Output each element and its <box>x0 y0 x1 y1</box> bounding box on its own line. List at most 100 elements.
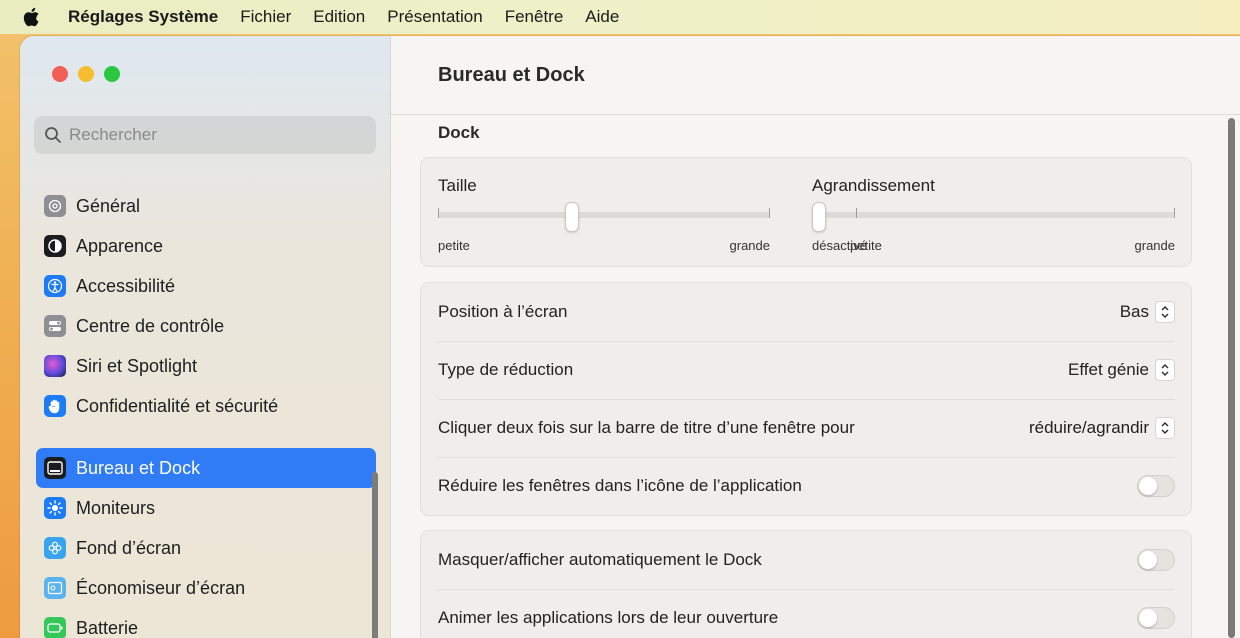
sidebar-item-fond-ecran[interactable]: Fond d’écran <box>36 528 376 568</box>
menu-fichier[interactable]: Fichier <box>240 7 291 27</box>
size-slider-label: Taille <box>438 176 477 195</box>
row-double-click: Cliquer deux fois sur la barre de titre … <box>438 399 1175 458</box>
minimize-button[interactable] <box>78 66 94 82</box>
toggle-knob <box>1139 477 1157 495</box>
size-slider-min-label: petite <box>438 238 470 253</box>
menu-bar: Réglages Système Fichier Edition Présent… <box>0 0 1240 34</box>
sun-icon <box>44 497 66 519</box>
main-pane: Bureau et Dock Dock Taille petite grande… <box>391 36 1240 638</box>
magnification-min-label: petite <box>850 238 882 253</box>
sidebar-item-label: Fond d’écran <box>76 537 182 558</box>
row-animate-apps: Animer les applications lors de leur ouv… <box>438 589 1175 638</box>
magnification-slider-track[interactable] <box>812 212 1175 218</box>
sidebar: Général Apparence Accessibilité Centre d… <box>20 36 391 638</box>
size-slider[interactable]: Taille petite grande <box>438 176 770 253</box>
search-icon <box>45 127 61 143</box>
sidebar-item-accessibilite[interactable]: Accessibilité <box>36 266 376 306</box>
popup-value: Effet génie <box>1068 360 1149 379</box>
double-click-popup[interactable]: réduire/agrandir <box>1029 417 1175 439</box>
row-label: Cliquer deux fois sur la barre de titre … <box>438 418 855 437</box>
sidebar-item-apparence[interactable]: Apparence <box>36 226 376 266</box>
page-title: Bureau et Dock <box>438 64 585 86</box>
menu-presentation[interactable]: Présentation <box>387 7 482 27</box>
privacy-hand-icon <box>44 395 66 417</box>
menu-aide[interactable]: Aide <box>585 7 619 27</box>
search-field[interactable] <box>34 116 376 154</box>
sidebar-item-label: Confidentialité et sécurité <box>76 395 279 416</box>
sidebar-item-centre-de-controle[interactable]: Centre de contrôle <box>36 306 376 346</box>
magnification-max-label: grande <box>1134 238 1175 253</box>
dock-options-card: Position à l’écran Bas Type de réduction… <box>420 282 1192 516</box>
row-minimize-into-icon: Réduire les fenêtres dans l’icône de l’a… <box>438 457 1175 515</box>
dock-sliders-card: Taille petite grande Agrandissement désa… <box>420 157 1192 267</box>
autohide-toggle[interactable] <box>1137 549 1175 571</box>
sidebar-item-general[interactable]: Général <box>36 186 376 226</box>
close-button[interactable] <box>52 66 68 82</box>
slider-tick <box>769 208 770 218</box>
sidebar-item-siri-spotlight[interactable]: Siri et Spotlight <box>36 346 376 386</box>
siri-icon <box>44 355 66 377</box>
sidebar-item-label: Accessibilité <box>76 275 176 296</box>
size-slider-track[interactable] <box>438 212 770 218</box>
chevron-updown-icon <box>1155 359 1175 381</box>
sidebar-item-label: Batterie <box>76 617 139 638</box>
row-position: Position à l’écran Bas <box>438 283 1175 342</box>
row-label: Réduire les fenêtres dans l’icône de l’a… <box>438 476 802 495</box>
row-label: Position à l’écran <box>438 302 568 321</box>
sidebar-item-economiseur[interactable]: Économiseur d’écran <box>36 568 376 608</box>
dock-behavior-card: Masquer/afficher automatiquement le Dock… <box>420 530 1192 638</box>
appearance-icon <box>44 235 66 257</box>
menu-app-name[interactable]: Réglages Système <box>68 7 218 27</box>
slider-tick <box>856 208 857 218</box>
sidebar-item-label: Apparence <box>76 235 164 256</box>
chevron-updown-icon <box>1155 417 1175 439</box>
apple-logo-icon[interactable] <box>22 6 44 28</box>
position-popup[interactable]: Bas <box>1120 301 1175 323</box>
zoom-button[interactable] <box>104 66 120 82</box>
minimize-effect-popup[interactable]: Effet génie <box>1068 359 1175 381</box>
magnification-slider[interactable]: Agrandissement désactivé petite grande <box>812 176 1175 253</box>
animate-apps-toggle[interactable] <box>1137 607 1175 629</box>
sidebar-item-label: Bureau et Dock <box>76 457 201 478</box>
toggle-knob <box>1139 551 1157 569</box>
search-input[interactable] <box>69 125 349 145</box>
desktop-dock-icon <box>44 457 66 479</box>
chevron-updown-icon <box>1155 301 1175 323</box>
sidebar-item-label: Siri et Spotlight <box>76 355 198 376</box>
sidebar-item-moniteurs[interactable]: Moniteurs <box>36 488 376 528</box>
accessibility-icon <box>44 275 66 297</box>
sidebar-scrollbar[interactable] <box>372 472 378 638</box>
toggle-knob <box>1139 609 1157 627</box>
screensaver-icon <box>44 577 66 599</box>
row-label: Masquer/afficher automatiquement le Dock <box>438 550 762 569</box>
slider-tick <box>1174 208 1175 218</box>
settings-window: Général Apparence Accessibilité Centre d… <box>20 36 1240 638</box>
row-label: Animer les applications lors de leur ouv… <box>438 608 779 627</box>
sidebar-item-batterie[interactable]: Batterie <box>36 608 376 638</box>
sidebar-list: Général Apparence Accessibilité Centre d… <box>36 186 376 638</box>
sidebar-item-confidentialite[interactable]: Confidentialité et sécurité <box>36 386 376 426</box>
wallpaper-flower-icon <box>44 537 66 559</box>
battery-icon <box>44 617 66 638</box>
sidebar-item-bureau-dock[interactable]: Bureau et Dock <box>36 448 376 488</box>
popup-value: Bas <box>1119 302 1149 321</box>
sidebar-item-label: Économiseur d’écran <box>76 577 246 598</box>
menu-edition[interactable]: Edition <box>313 7 365 27</box>
menu-fenetre[interactable]: Fenêtre <box>505 7 564 27</box>
main-scrollbar[interactable] <box>1228 118 1235 638</box>
size-slider-knob[interactable] <box>564 202 579 232</box>
popup-value: réduire/agrandir <box>1028 418 1149 437</box>
control-center-icon <box>44 315 66 337</box>
gear-icon <box>44 195 66 217</box>
sidebar-item-label: Général <box>76 195 141 216</box>
slider-tick <box>438 208 439 218</box>
minimize-into-icon-toggle[interactable] <box>1137 475 1175 497</box>
window-controls <box>52 66 120 82</box>
row-autohide: Masquer/afficher automatiquement le Dock <box>438 531 1175 590</box>
row-label: Type de réduction <box>438 360 574 379</box>
main-header: Bureau et Dock <box>391 36 1240 115</box>
row-minimize-effect: Type de réduction Effet génie <box>438 341 1175 400</box>
magnification-slider-label: Agrandissement <box>812 176 935 195</box>
magnification-slider-knob[interactable] <box>812 202 826 232</box>
size-slider-max-label: grande <box>729 238 770 253</box>
